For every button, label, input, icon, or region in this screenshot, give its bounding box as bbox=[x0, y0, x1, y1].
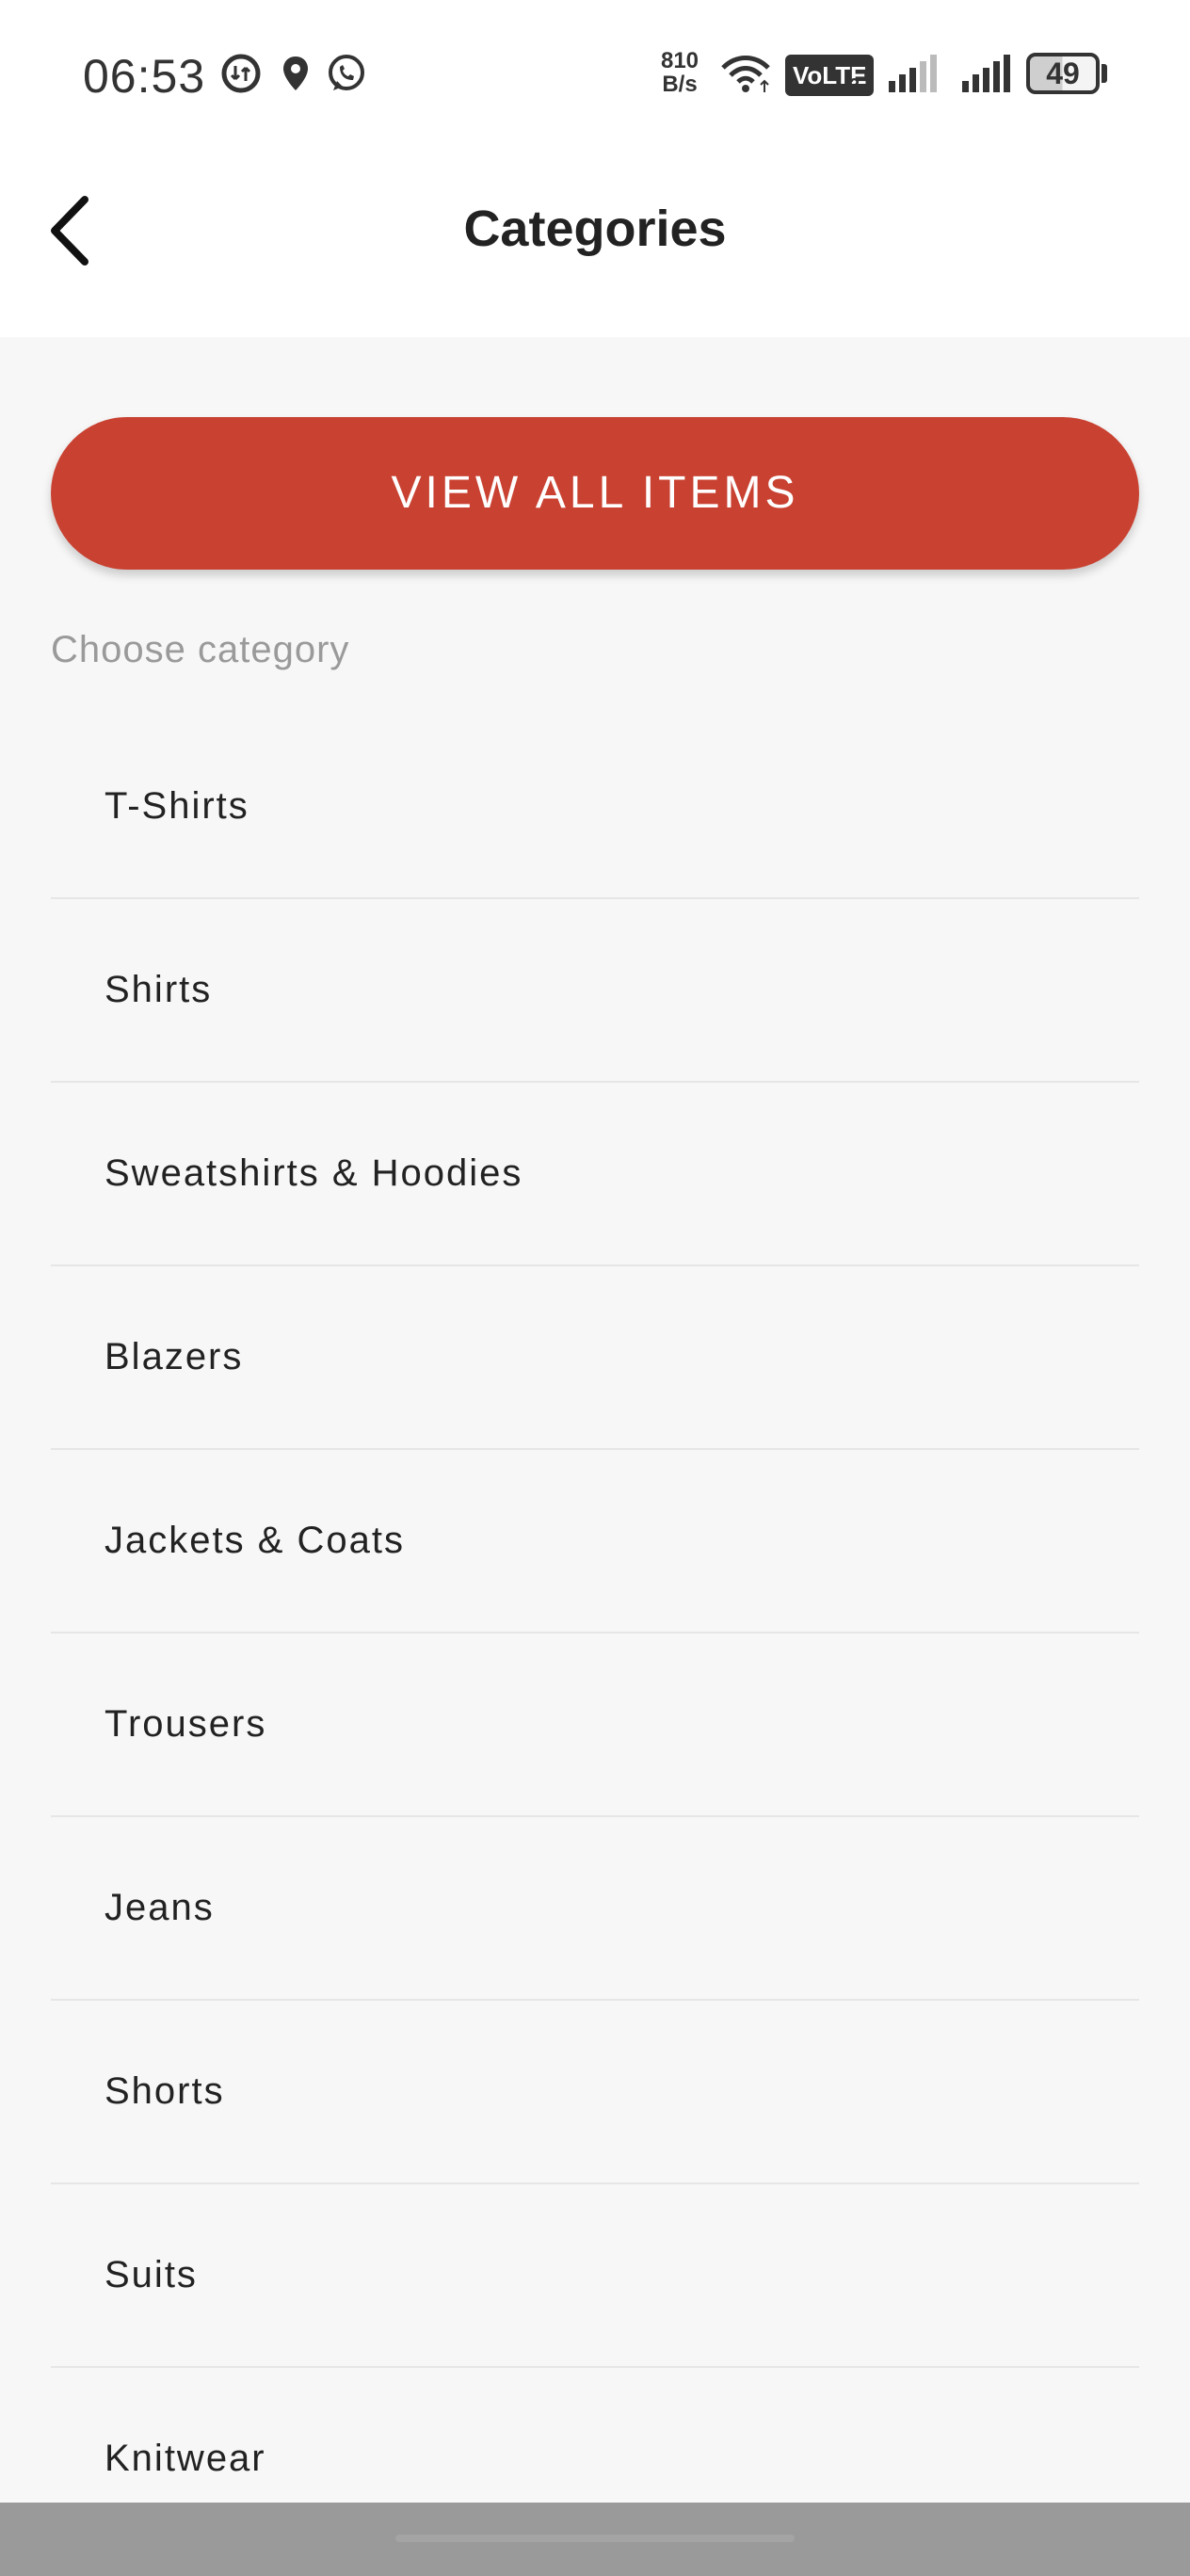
signal-sim1-icon bbox=[889, 55, 937, 92]
volte-sim-number: 2 bbox=[849, 75, 860, 96]
network-speed: 810 B/s bbox=[651, 49, 708, 96]
data-saver-icon bbox=[221, 54, 261, 93]
signal-sim2-icon bbox=[962, 55, 1010, 92]
network-speed-unit: B/s bbox=[662, 72, 698, 97]
category-item-shirts[interactable]: Shirts bbox=[51, 899, 1139, 1083]
app-header: Categories bbox=[0, 151, 1190, 337]
status-time: 06:53 bbox=[83, 50, 206, 103]
battery-level: 49 bbox=[1046, 56, 1080, 90]
category-item-suits[interactable]: Suits bbox=[51, 2184, 1139, 2368]
gesture-handle[interactable] bbox=[395, 2535, 795, 2542]
volte-badge: VoLTE bbox=[785, 55, 875, 96]
category-item-jackets-coats[interactable]: Jackets & Coats bbox=[51, 1450, 1139, 1634]
wifi-icon bbox=[721, 56, 770, 92]
category-list: T-Shirts Shirts Sweatshirts & Hoodies Bl… bbox=[51, 716, 1139, 2552]
page-title: Categories bbox=[463, 201, 727, 257]
status-bar: 06:53 810 B/s VoLTE 2 49 bbox=[0, 0, 1190, 151]
whatsapp-icon bbox=[329, 55, 364, 90]
battery-tip bbox=[1102, 64, 1107, 83]
category-item-shorts[interactable]: Shorts bbox=[51, 2001, 1139, 2184]
category-item-jeans[interactable]: Jeans bbox=[51, 1817, 1139, 2001]
network-speed-value: 810 bbox=[660, 48, 700, 73]
choose-category-label: Choose category bbox=[51, 629, 350, 670]
category-item-blazers[interactable]: Blazers bbox=[51, 1266, 1139, 1450]
category-item-sweatshirts-hoodies[interactable]: Sweatshirts & Hoodies bbox=[51, 1083, 1139, 1266]
battery-icon: 49 bbox=[1026, 53, 1100, 94]
view-all-items-button[interactable]: VIEW ALL ITEMS bbox=[51, 417, 1139, 570]
location-icon bbox=[283, 56, 308, 90]
category-item-trousers[interactable]: Trousers bbox=[51, 1634, 1139, 1817]
category-item-t-shirts[interactable]: T-Shirts bbox=[51, 716, 1139, 899]
